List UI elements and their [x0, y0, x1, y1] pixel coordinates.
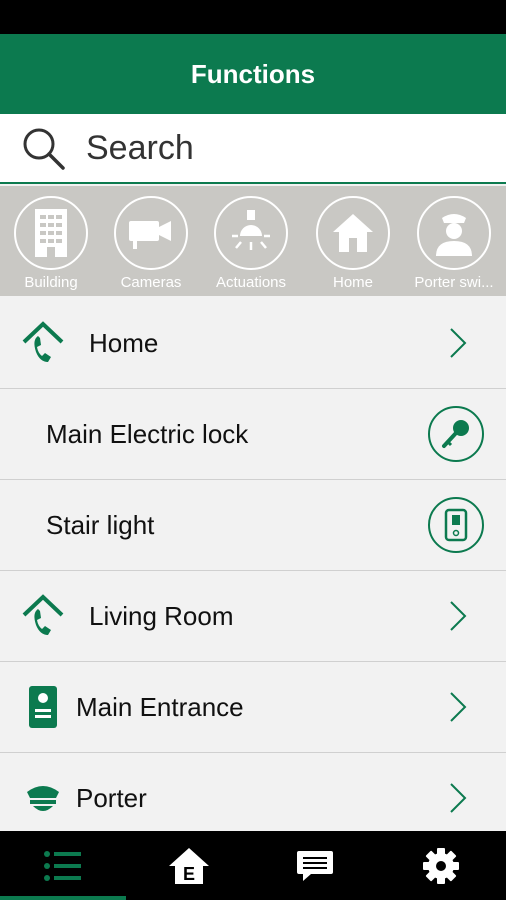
- list-item-label: Home: [89, 327, 159, 358]
- status-bar: [0, 0, 506, 34]
- chevron-right-icon[interactable]: [448, 326, 468, 360]
- home-e-icon: E: [169, 847, 209, 884]
- category-label: Cameras: [120, 274, 182, 291]
- porter-icon: [436, 214, 472, 256]
- key-icon: [442, 420, 469, 448]
- porter-cap-icon: [20, 775, 66, 821]
- intercom-panel-icon: [20, 684, 66, 730]
- home-icon: [333, 214, 373, 252]
- tab-functions[interactable]: [0, 831, 126, 900]
- list-item-label: Main Electric lock: [46, 418, 249, 449]
- tab-settings[interactable]: [378, 831, 504, 900]
- category-label: Porter swi...: [414, 274, 494, 291]
- list-item-main-entrance[interactable]: Main Entrance: [0, 662, 506, 753]
- home-phone-icon: [20, 320, 66, 366]
- active-tab-indicator: [0, 896, 126, 900]
- list-item-label: Porter: [76, 782, 147, 813]
- gear-icon: [423, 847, 459, 884]
- search-input[interactable]: [84, 127, 468, 169]
- chat-icon: [297, 850, 333, 881]
- category-label: Actuations: [215, 274, 287, 291]
- switch-icon: [444, 508, 468, 542]
- list-item-living-room[interactable]: Living Room: [0, 571, 506, 662]
- list-item-stair-light: Stair light: [0, 480, 506, 571]
- tab-home[interactable]: E: [126, 831, 252, 900]
- category-cameras[interactable]: Cameras: [111, 196, 191, 292]
- app-header: Functions: [0, 34, 506, 114]
- list-item-label: Stair light: [46, 509, 155, 540]
- list-item-label: Living Room: [89, 600, 234, 631]
- chevron-right-icon[interactable]: [448, 599, 468, 633]
- building-icon: [35, 209, 67, 257]
- home-phone-icon: [20, 593, 66, 639]
- list-item-label: Main Entrance: [76, 691, 244, 722]
- page-title: Functions: [190, 58, 316, 89]
- tab-messages[interactable]: [252, 831, 378, 900]
- category-actuations[interactable]: Actuations: [211, 196, 291, 292]
- unlock-button[interactable]: [428, 406, 484, 462]
- search-bar[interactable]: [0, 114, 506, 184]
- camera-icon: [129, 221, 171, 249]
- bottom-tab-bar: E: [0, 831, 506, 900]
- category-porter-switch[interactable]: Porter swi...: [414, 196, 494, 292]
- light-switch-button[interactable]: [428, 497, 484, 553]
- svg-text:E: E: [183, 864, 195, 884]
- function-list: Home Main Electric lock Stair light Livi…: [0, 298, 506, 844]
- search-icon[interactable]: [18, 123, 68, 173]
- list-item-main-electric-lock: Main Electric lock: [0, 389, 506, 480]
- category-label: Home: [332, 274, 373, 291]
- category-home[interactable]: Home: [313, 196, 393, 292]
- chevron-right-icon[interactable]: [448, 690, 468, 724]
- category-label: Building: [24, 274, 78, 291]
- list-item-home[interactable]: Home: [0, 298, 506, 389]
- light-bulb-icon: [232, 210, 270, 250]
- list-icon: [44, 850, 81, 881]
- category-bar: Building Cameras Actuations Home Porter …: [0, 186, 506, 296]
- chevron-right-icon[interactable]: [448, 781, 468, 815]
- category-building[interactable]: Building: [11, 196, 91, 292]
